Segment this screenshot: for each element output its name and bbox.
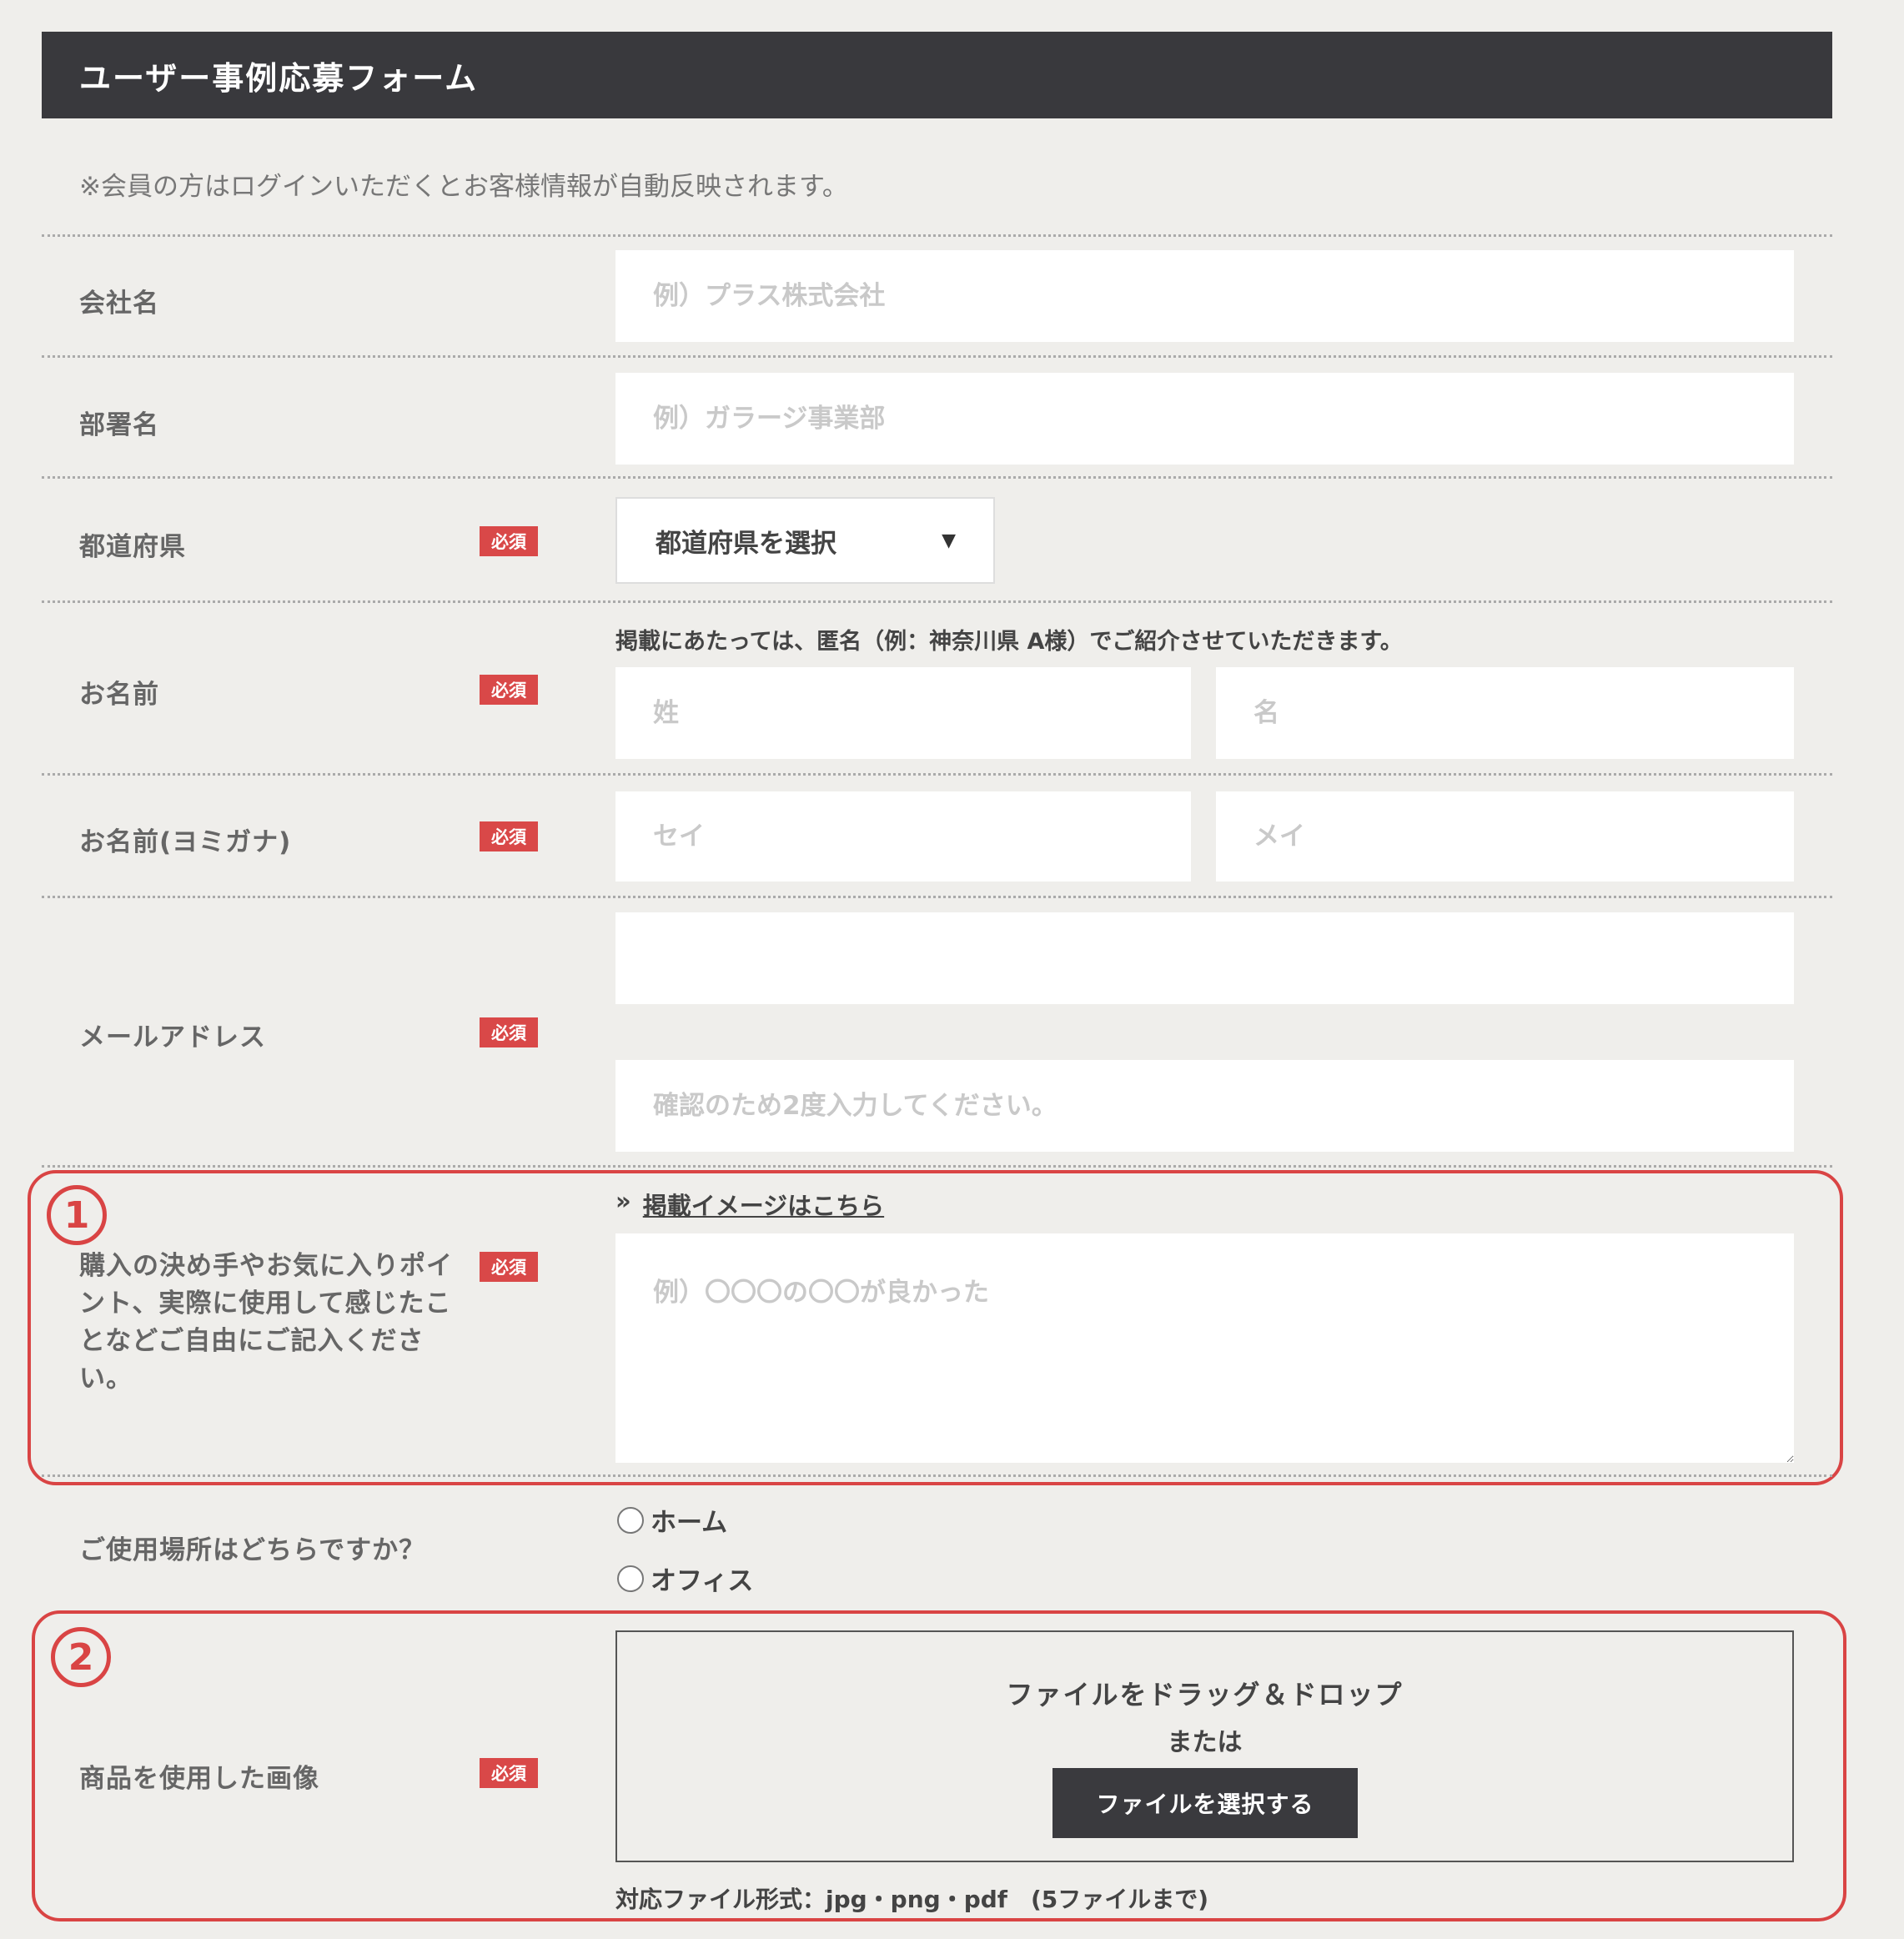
points-textarea[interactable] bbox=[615, 1233, 1794, 1463]
last-name-kana-input[interactable] bbox=[615, 791, 1191, 882]
required-badge: 必須 bbox=[480, 1758, 538, 1788]
form-header: ユーザー事例応募フォーム bbox=[42, 32, 1832, 118]
divider bbox=[42, 476, 1832, 479]
email-input[interactable] bbox=[615, 912, 1794, 1004]
dropzone-or-text: または bbox=[1167, 1728, 1243, 1757]
double-chevron-icon: » bbox=[615, 1187, 631, 1215]
company-input[interactable] bbox=[615, 250, 1794, 342]
kana-label: お名前(ヨミガナ) bbox=[79, 827, 292, 857]
radio-circle-icon[interactable] bbox=[617, 1506, 644, 1534]
divider bbox=[42, 234, 1832, 237]
points-label: 購入の決め手やお気に入りポイント、実際に使用して感じたことなどご自由にご記入くだ… bbox=[79, 1251, 453, 1394]
company-label: 会社名 bbox=[79, 289, 159, 319]
dropdown-arrow-icon: ▼ bbox=[942, 530, 956, 551]
file-format-note: 対応ファイル形式：jpg・png・pdf (5ファイルまで) bbox=[615, 1886, 1209, 1913]
sample-image-link-row: » 掲載イメージはこちら bbox=[615, 1187, 884, 1222]
radio-circle-icon[interactable] bbox=[617, 1565, 644, 1592]
divider bbox=[42, 1165, 1832, 1168]
prefecture-label: 都道府県 bbox=[79, 532, 186, 562]
callout-number-2: 2 bbox=[51, 1627, 111, 1687]
required-badge: 必須 bbox=[480, 1017, 538, 1047]
divider bbox=[42, 355, 1832, 358]
divider bbox=[42, 773, 1832, 776]
divider bbox=[42, 1474, 1832, 1477]
first-name-input[interactable] bbox=[1216, 667, 1794, 759]
anonymity-hint: 掲載にあたっては、匿名（例：神奈川県 A様）でご紹介させていただきます。 bbox=[615, 629, 1403, 655]
email-confirm-input[interactable] bbox=[615, 1060, 1794, 1152]
image-label: 商品を使用した画像 bbox=[79, 1764, 319, 1794]
email-label: メールアドレス bbox=[79, 1022, 266, 1052]
last-name-input[interactable] bbox=[615, 667, 1191, 759]
sample-image-link[interactable]: 掲載イメージはこちら bbox=[643, 1187, 884, 1222]
required-badge: 必須 bbox=[480, 526, 538, 556]
prefecture-select-value: 都道府県を選択 bbox=[656, 528, 836, 559]
prefecture-select[interactable]: 都道府県を選択 ▼ bbox=[615, 497, 995, 584]
name-label: お名前 bbox=[79, 680, 159, 710]
radio-office-label: オフィス bbox=[651, 1566, 754, 1596]
login-note: ※会員の方はログインいただくとお客様情報が自動反映されます。 bbox=[79, 172, 848, 202]
form-title: ユーザー事例応募フォーム bbox=[79, 59, 479, 97]
select-file-button[interactable]: ファイルを選択する bbox=[1052, 1768, 1358, 1838]
callout-number-1: 1 bbox=[47, 1185, 107, 1245]
required-badge: 必須 bbox=[480, 675, 538, 705]
dropzone-text: ファイルをドラッグ＆ドロップ bbox=[1006, 1679, 1404, 1710]
department-input[interactable] bbox=[615, 373, 1794, 465]
required-badge: 必須 bbox=[480, 821, 538, 851]
location-label: ご使用場所はどちらですか？ bbox=[79, 1535, 426, 1565]
radio-office[interactable]: オフィス bbox=[617, 1560, 753, 1597]
first-name-kana-input[interactable] bbox=[1216, 791, 1794, 882]
department-label: 部署名 bbox=[79, 410, 159, 440]
radio-home-label: ホーム bbox=[651, 1508, 728, 1538]
radio-home[interactable]: ホーム bbox=[617, 1501, 727, 1539]
divider bbox=[42, 896, 1832, 898]
divider bbox=[42, 600, 1832, 603]
file-dropzone[interactable]: ファイルをドラッグ＆ドロップ または ファイルを選択する bbox=[615, 1630, 1794, 1862]
required-badge: 必須 bbox=[480, 1252, 538, 1282]
